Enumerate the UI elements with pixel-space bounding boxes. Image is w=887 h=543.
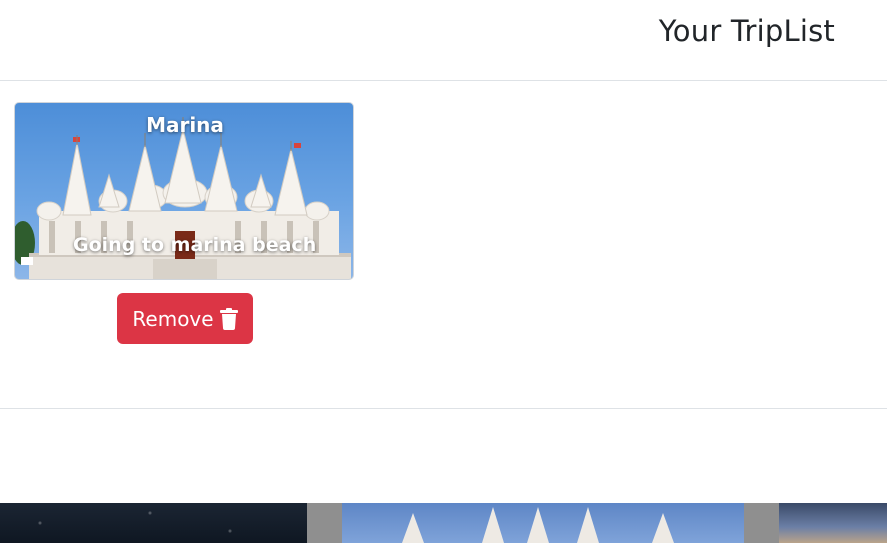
trip-card: Marina Going to marina beach Remove [14,102,354,344]
trip-name: Marina [146,113,224,137]
modal-title: Your TripList [658,14,835,48]
remove-button-label: Remove [132,306,214,331]
trip-image[interactable]: Marina Going to marina beach [14,102,354,280]
triplist-modal: Your TripList Marina Going to marina bea… [0,0,887,503]
background-image-night [0,503,307,543]
modal-body: Marina Going to marina beach Remove [0,81,887,409]
remove-button[interactable]: Remove [117,293,253,344]
background-image-sky [779,503,887,543]
background-image-temple [342,503,744,543]
background-gap [744,503,779,543]
trash-icon [219,307,238,330]
background-gap [307,503,342,543]
modal-header: Your TripList [0,0,887,81]
background-gallery [0,503,887,543]
trip-description: Going to marina beach [73,234,317,256]
